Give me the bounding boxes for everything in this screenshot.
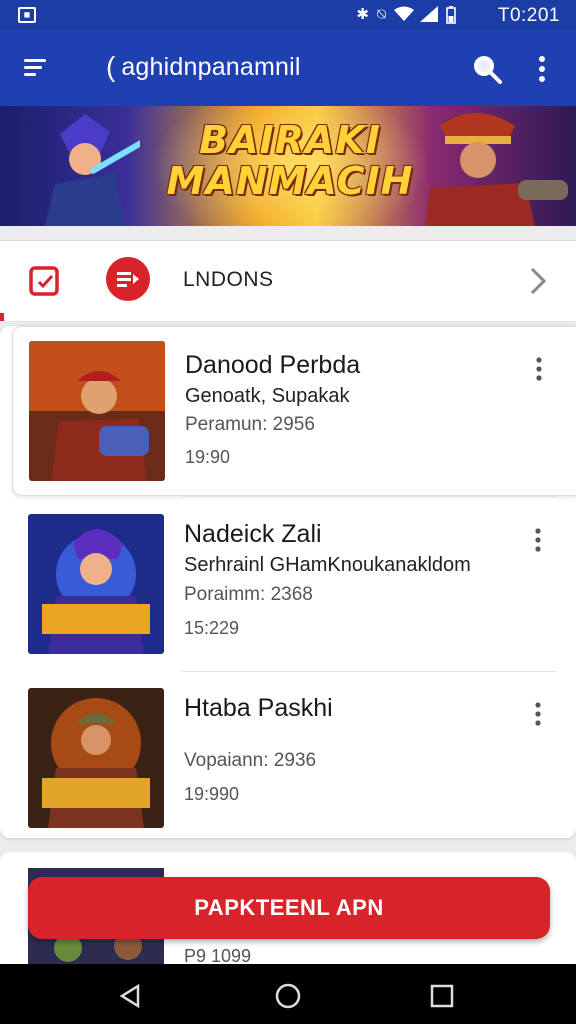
item-time: 19:90 [185, 447, 231, 467]
battery-icon [446, 6, 464, 24]
accent-tick [0, 313, 4, 321]
title-glyph: ( [106, 51, 116, 82]
game-thumbnail [29, 341, 165, 481]
item-meta: Peramun: 2956 [185, 414, 315, 435]
recents-icon[interactable] [428, 982, 456, 1010]
item-meta: Poraimm: 2368 [184, 584, 313, 605]
item-subtitle: Genoatk, Supakak [185, 385, 350, 407]
app-bar: ( aghidnpanamnil [0, 30, 576, 106]
status-bar: ◼ ✱ ⍉ T0:201 [0, 0, 576, 30]
menu-icon[interactable] [22, 54, 52, 82]
item-meta: Vopaiann: 2936 [184, 750, 317, 771]
game-thumbnail [28, 514, 164, 654]
primary-cta-button[interactable]: PAPKTEENL APN [28, 877, 550, 939]
item-time: 19:990 [184, 784, 240, 804]
game-list: Danood Perbda Genoatk, Supakak Peramun: … [0, 326, 576, 838]
checkbox-icon[interactable] [28, 265, 60, 297]
item-title: Htaba Paskhi [184, 694, 333, 722]
item-subtitle: Serhrainl GHamKnoukanakldom [184, 554, 471, 576]
home-icon[interactable] [274, 982, 302, 1010]
more-vert-icon[interactable] [528, 526, 548, 556]
list-divider [182, 496, 556, 497]
section-header: LNDONS [0, 240, 576, 322]
signal-icon [420, 6, 438, 22]
list-item[interactable]: Nadeick Zali Serhrainl GHamKnoukanakldom… [0, 498, 576, 670]
app-title: aghidnpanamnil [121, 53, 301, 81]
system-nav-bar [0, 964, 576, 1024]
bluetooth-icon: ✱ [356, 6, 369, 23]
item-time: 15:229 [184, 618, 240, 638]
queue-icon[interactable] [106, 257, 150, 301]
more-vert-icon[interactable] [528, 700, 548, 730]
more-vert-icon[interactable] [529, 355, 549, 385]
search-icon[interactable] [470, 52, 504, 86]
item-title: Danood Perbda [185, 351, 361, 379]
chevron-right-icon[interactable] [526, 265, 550, 297]
status-icons: ✱ ⍉ [356, 5, 464, 24]
promo-banner[interactable]: BAIRAKI MANMACIH [0, 106, 576, 226]
list-item[interactable]: Danood Perbda Genoatk, Supakak Peramun: … [12, 326, 576, 496]
wifi-icon [394, 6, 414, 22]
hero-right-illustration [425, 113, 568, 226]
back-icon[interactable] [116, 982, 144, 1010]
mute-icon: ⍉ [376, 5, 386, 23]
more-vert-icon[interactable] [530, 52, 554, 86]
list-item[interactable]: Htaba Paskhi Vopaiann: 2936 19:990 [0, 672, 576, 844]
status-time: T0:201 [497, 5, 560, 26]
section-label: LNDONS [183, 268, 274, 291]
app-title-wrap: ( aghidnpanamnil [106, 50, 301, 84]
notification-icon: ◼ [18, 7, 36, 23]
game-thumbnail [28, 688, 164, 828]
item-title: Nadeick Zali [184, 520, 322, 548]
